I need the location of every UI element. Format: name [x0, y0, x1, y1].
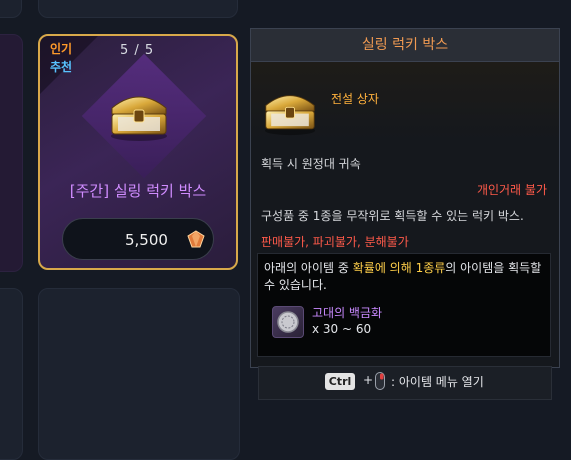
shop-slot-top[interactable] — [38, 0, 238, 18]
item-tier-label: 전설 상자 — [331, 92, 379, 106]
crystal-gem-icon — [187, 230, 205, 248]
stock-counter: 5 / 5 — [120, 43, 155, 58]
contents-item-name: 고대의 백금화 — [312, 306, 383, 320]
popular-badge: 인기 — [50, 42, 73, 56]
tooltip-header-area: 전설 상자 — [251, 62, 559, 140]
probability-highlight: 확률에 의해 1종류 — [352, 261, 446, 275]
recommend-badge: 추천 — [50, 60, 73, 74]
shop-slot-top-left[interactable] — [0, 0, 22, 18]
item-tooltip: 실링 럭키 박스 전설 상자 획득 시 원정대 귀속 개인거래 불가 구성품 중… — [250, 28, 560, 368]
trade-restriction: 개인거래 불가 — [476, 183, 547, 197]
item-restrictions: 판매불가, 파괴불가, 분해불가 — [261, 235, 409, 249]
price-value: 5,500 — [125, 231, 168, 249]
item-menu-label: : 아이템 메뉴 열기 — [391, 375, 484, 389]
ancient-coin-icon — [272, 306, 304, 338]
contents-box: 아래의 아이템 중 확률에 의해 1종류의 아이템을 획득할 수 있습니다. 고… — [257, 253, 551, 357]
mouse-right-click-icon — [375, 372, 385, 390]
bind-info: 획득 시 원정대 귀속 — [261, 157, 361, 171]
shop-item-card[interactable]: 인기 추천 5 / 5 [주간] 실링 럭키 박스 5,500 — [38, 34, 238, 270]
item-title: [주간] 실링 럭키 박스 — [69, 182, 207, 200]
contents-item-quantity: x 30 ~ 60 — [312, 322, 372, 336]
purchase-button[interactable]: 5,500 — [62, 218, 214, 260]
tooltip-title: 실링 럭키 박스 — [251, 29, 559, 62]
shop-slot-bottom-left[interactable] — [0, 288, 23, 460]
contents-description: 아래의 아이템 중 확률에 의해 1종류의 아이템을 획득할 수 있습니다. — [264, 261, 542, 292]
shop-slot-left[interactable] — [0, 34, 23, 272]
item-description: 구성품 중 1종을 무작위로 획득할 수 있는 럭키 박스. — [261, 209, 524, 223]
shop-slot-bottom[interactable] — [38, 288, 240, 460]
treasure-chest-icon — [264, 95, 316, 136]
treasure-chest-icon — [111, 96, 167, 141]
ctrl-key-icon: Ctrl — [325, 373, 355, 390]
plus-sign: + — [363, 373, 374, 387]
item-menu-hint: Ctrl + : 아이템 메뉴 열기 — [258, 366, 552, 400]
